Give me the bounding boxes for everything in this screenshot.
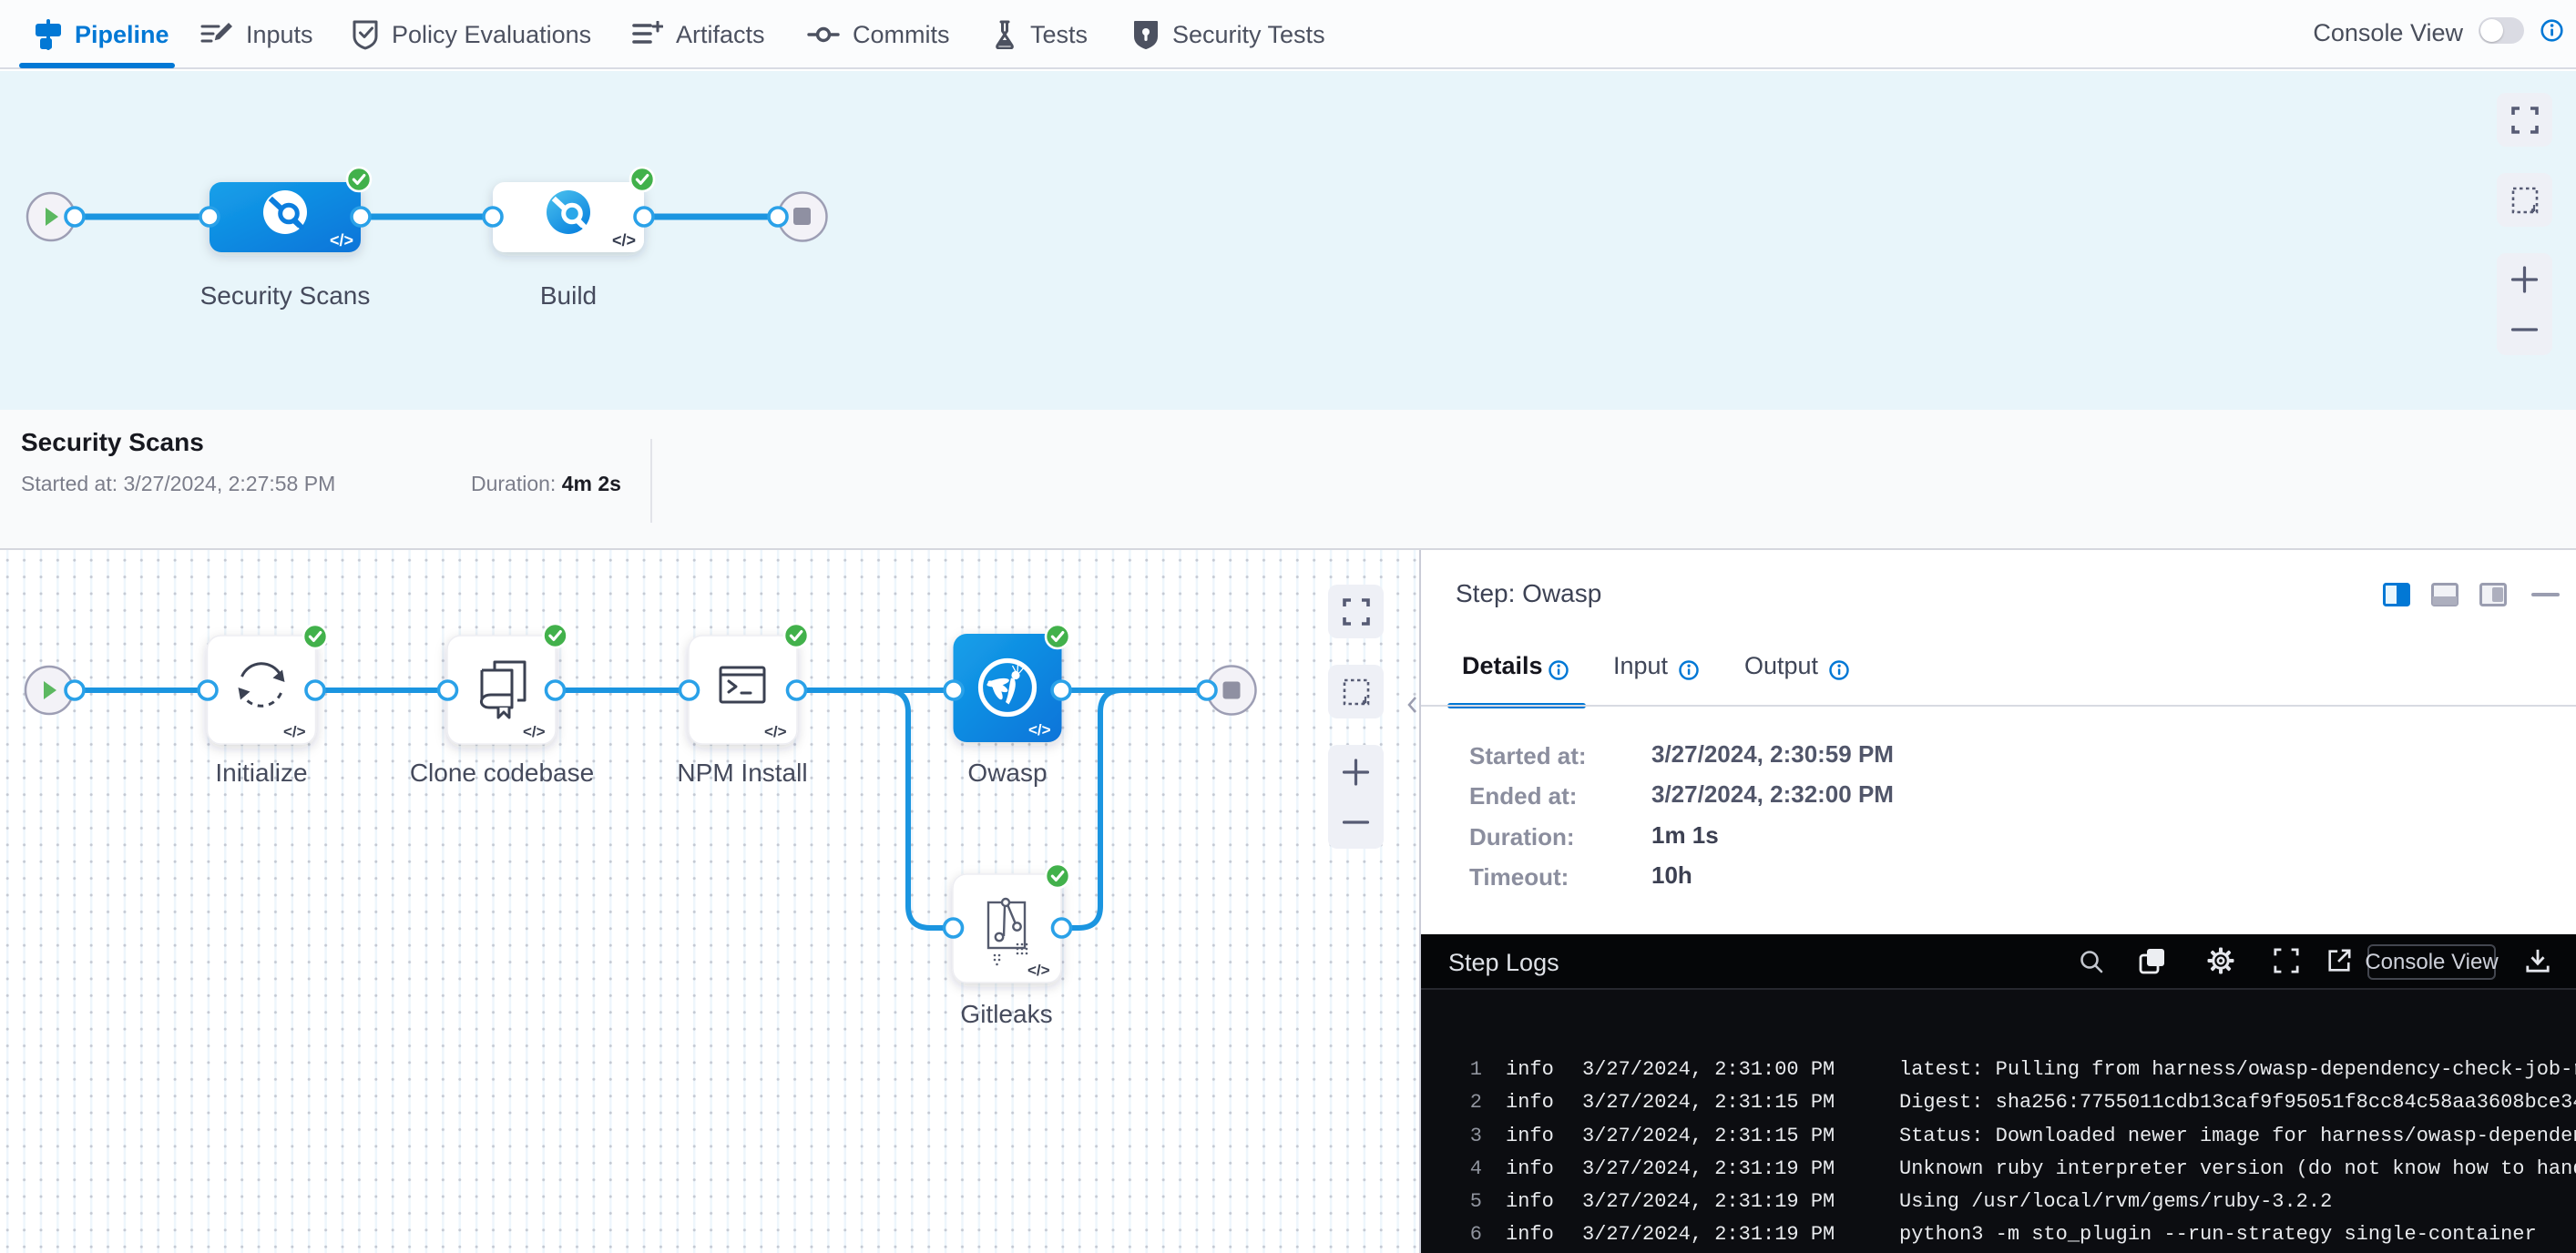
svg-text:</>: </> (1027, 962, 1050, 979)
svg-text:</>: </> (612, 231, 636, 250)
svg-text:</>: </> (283, 723, 306, 740)
svg-text:</>: </> (523, 723, 546, 740)
svg-text:Initialize: Initialize (215, 759, 307, 787)
svg-text:Owasp: Owasp (967, 759, 1047, 787)
svg-text:</>: </> (1028, 721, 1051, 739)
svg-text:Security Scans: Security Scans (200, 281, 371, 310)
svg-text:</>: </> (330, 231, 353, 250)
svg-text:Gitleaks: Gitleaks (960, 1000, 1052, 1028)
svg-text:NPM Install: NPM Install (677, 759, 807, 787)
svg-text:Build: Build (540, 281, 597, 310)
svg-text:</>: </> (764, 723, 787, 740)
svg-text:Clone codebase: Clone codebase (410, 759, 594, 787)
